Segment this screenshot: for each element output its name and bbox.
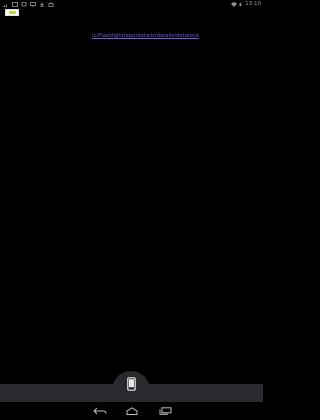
- screen: 13:10 lc/Flashlight/app/details/details/…: [0, 0, 263, 420]
- download-icon: [40, 2, 44, 7]
- home-button[interactable]: [124, 406, 140, 416]
- bag-icon: [48, 1, 54, 7]
- recents-icon: [159, 407, 172, 415]
- banner-image[interactable]: [5, 9, 19, 16]
- home-icon: [126, 407, 138, 415]
- clock: 13:10: [245, 1, 261, 7]
- recents-button[interactable]: [157, 406, 173, 416]
- phone-button[interactable]: [125, 376, 137, 392]
- phone-icon: [126, 377, 136, 391]
- image-icon: [12, 1, 18, 7]
- link-text[interactable]: lc/Flashlight/app/details/details/detail…: [92, 33, 199, 39]
- status-bar: 13:10: [0, 0, 263, 8]
- monitor-icon: [30, 1, 36, 7]
- back-button[interactable]: [92, 406, 108, 416]
- signal-icon: [3, 3, 7, 7]
- system-icons: 13:10: [231, 0, 261, 8]
- notification-icons: [3, 0, 54, 8]
- navigation-bar: [0, 402, 263, 420]
- wifi-icon: [231, 1, 238, 7]
- battery-icon: [239, 2, 242, 6]
- usb-icon: [21, 1, 27, 6]
- back-icon: [93, 407, 107, 415]
